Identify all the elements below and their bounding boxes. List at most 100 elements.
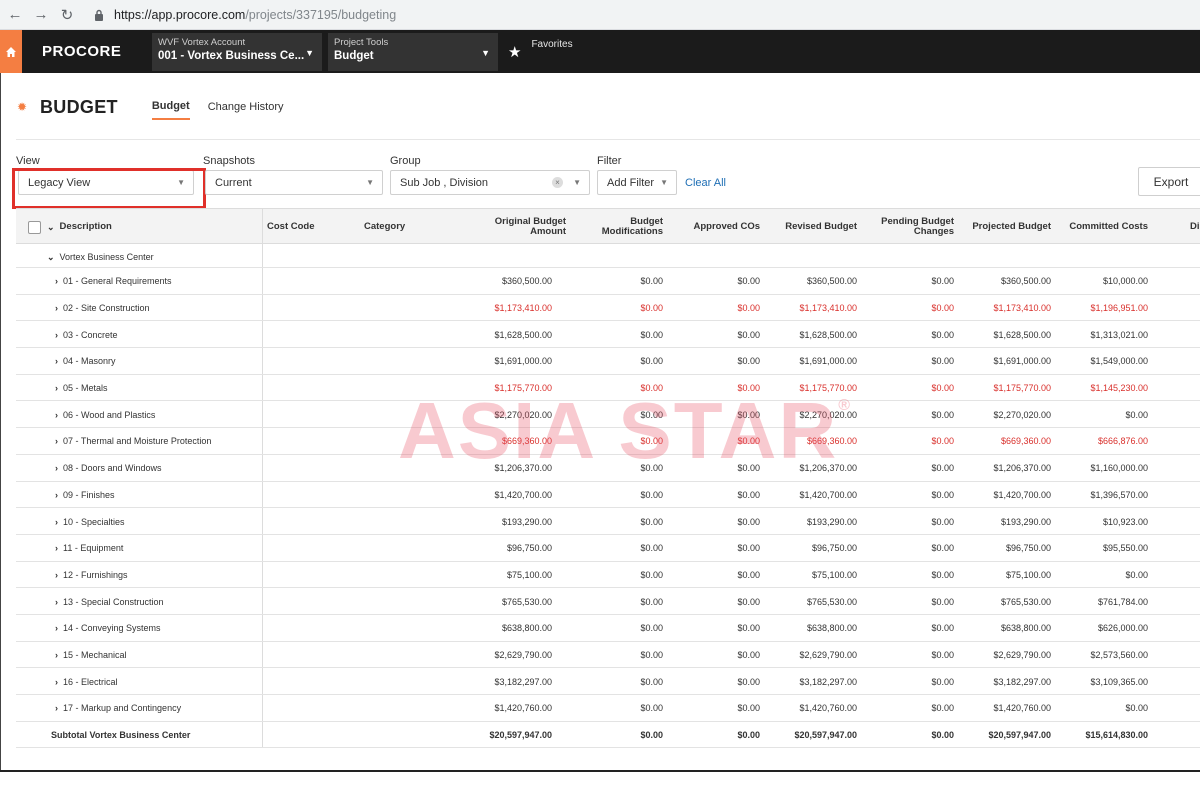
- gear-icon[interactable]: ✹: [16, 100, 28, 114]
- export-button[interactable]: Export: [1138, 167, 1200, 196]
- chevron-right-icon[interactable]: ›: [55, 597, 58, 607]
- star-icon[interactable]: ★: [508, 43, 521, 61]
- forward-arrow-icon[interactable]: →: [30, 4, 52, 26]
- cell-approved-cos: $0.00: [737, 436, 760, 447]
- budget-table: ⌄ Description Cost Code Category Original…: [16, 208, 1200, 749]
- chevron-right-icon[interactable]: ›: [55, 650, 58, 660]
- header-approved-cos[interactable]: Approved COs: [671, 209, 760, 245]
- cell-budget-modifications: $0.00: [640, 649, 663, 660]
- clear-all-link[interactable]: Clear All: [685, 177, 726, 189]
- chevron-right-icon[interactable]: ›: [55, 490, 58, 500]
- row-description[interactable]: › 04 - Masonry: [55, 348, 116, 375]
- chevron-right-icon[interactable]: ›: [55, 330, 58, 340]
- row-description[interactable]: › 06 - Wood and Plastics: [55, 401, 155, 428]
- tab-change-history[interactable]: Change History: [208, 101, 284, 119]
- cell-committed-costs: $10,000.00: [1102, 276, 1148, 287]
- row-description[interactable]: › 16 - Electrical: [55, 668, 118, 695]
- header-cost-code[interactable]: Cost Code: [267, 209, 315, 245]
- cell-revised-budget: $1,691,000.00: [799, 356, 857, 367]
- url-host: https://app.procore.com: [114, 7, 246, 22]
- header-cut-off[interactable]: Di: [1190, 209, 1200, 245]
- tab-budget[interactable]: Budget: [151, 100, 190, 120]
- table-row[interactable]: › 15 - Mechanical $2,629,790.00 $0.00 $0.00 $…: [16, 641, 1200, 669]
- header-revised-budget[interactable]: Revised Budget: [766, 209, 857, 245]
- chevron-right-icon[interactable]: ›: [55, 383, 58, 393]
- table-row[interactable]: › 09 - Finishes $1,420,700.00 $0.00 $0.00 $1,…: [16, 481, 1200, 509]
- cell-committed-costs: $0.00: [1125, 703, 1148, 714]
- cell-approved-cos: $0.00: [737, 649, 760, 660]
- table-row[interactable]: › 12 - Furnishings $75,100.00 $0.00 $0.00 $75…: [16, 561, 1200, 589]
- favorites-link[interactable]: Favorites: [531, 39, 572, 50]
- table-row[interactable]: › 02 - Site Construction $1,173,410.00 $0.0…: [16, 294, 1200, 322]
- chevron-right-icon[interactable]: ›: [55, 543, 58, 553]
- table-row[interactable]: › 17 - Markup and Contingency $1,420,760.0…: [16, 695, 1200, 722]
- row-description[interactable]: › 09 - Finishes: [55, 482, 115, 509]
- chevron-right-icon[interactable]: ›: [55, 677, 58, 687]
- chevron-right-icon[interactable]: ›: [55, 463, 58, 473]
- chevron-right-icon[interactable]: ›: [55, 436, 58, 446]
- cell-budget-modifications: $0.00: [640, 569, 663, 580]
- header-description[interactable]: ⌄ Description: [47, 209, 112, 245]
- row-description[interactable]: › 02 - Site Construction: [55, 295, 150, 322]
- row-description[interactable]: › 08 - Doors and Windows: [55, 455, 162, 482]
- table-row[interactable]: › 04 - Masonry $1,691,000.00 $0.00 $0.00 $1,6…: [16, 348, 1200, 375]
- group-row[interactable]: ⌄ Vortex Business Center: [16, 244, 1200, 268]
- table-row[interactable]: › 08 - Doors and Windows $1,206,370.00 $0.0…: [16, 454, 1200, 482]
- reload-icon[interactable]: ↻: [56, 4, 78, 26]
- chevron-right-icon[interactable]: ›: [55, 570, 58, 580]
- address-bar[interactable]: https://app.procore.com/projects/337195/…: [92, 4, 396, 26]
- row-description[interactable]: › 07 - Thermal and Moisture Protection: [55, 428, 211, 455]
- cell-original-budget: $2,629,790.00: [494, 649, 552, 660]
- cell-budget-modifications: $0.00: [640, 489, 663, 500]
- cell-pending-changes: $0.00: [931, 703, 954, 714]
- clear-icon[interactable]: ×: [552, 177, 563, 188]
- header-pending-changes[interactable]: Pending Budget Changes: [866, 209, 954, 245]
- row-description[interactable]: › 15 - Mechanical: [55, 642, 127, 669]
- table-row[interactable]: › 10 - Specialties $193,290.00 $0.00 $0.00 $1…: [16, 508, 1200, 535]
- row-description[interactable]: › 10 - Specialties: [55, 508, 125, 535]
- chevron-right-icon[interactable]: ›: [55, 276, 58, 286]
- chevron-right-icon[interactable]: ›: [55, 356, 58, 366]
- header-projected-budget[interactable]: Projected Budget: [961, 209, 1051, 245]
- table-row[interactable]: › 07 - Thermal and Moisture Protection $66…: [16, 428, 1200, 455]
- row-description[interactable]: › 17 - Markup and Contingency: [55, 695, 181, 722]
- row-description[interactable]: › 12 - Furnishings: [55, 562, 128, 589]
- table-row[interactable]: › 05 - Metals $1,175,770.00 $0.00 $0.00 $1,17…: [16, 374, 1200, 402]
- chevron-right-icon[interactable]: ›: [55, 517, 58, 527]
- account-selector[interactable]: WVF Vortex Account 001 - Vortex Business…: [152, 32, 322, 71]
- table-row[interactable]: › 11 - Equipment $96,750.00 $0.00 $0.00 $96,7…: [16, 534, 1200, 562]
- highlight-box: [12, 168, 206, 209]
- cell-approved-cos: $0.00: [737, 463, 760, 474]
- cell-revised-budget: $765,530.00: [806, 596, 857, 607]
- table-row[interactable]: › 01 - General Requirements $360,500.00 $0.…: [16, 268, 1200, 295]
- back-arrow-icon[interactable]: ←: [4, 4, 26, 26]
- header-budget-modifications[interactable]: Budget Modifications: [576, 209, 663, 245]
- row-description[interactable]: › 01 - General Requirements: [55, 268, 172, 295]
- row-description[interactable]: › 05 - Metals: [55, 375, 108, 402]
- add-filter-select[interactable]: Add Filter ▼: [597, 170, 677, 195]
- chevron-right-icon[interactable]: ›: [55, 703, 58, 713]
- row-description-label: 04 - Masonry: [63, 356, 116, 367]
- cell-budget-modifications: $0.00: [640, 383, 663, 394]
- header-category[interactable]: Category: [364, 209, 405, 245]
- group-select[interactable]: Sub Job , Division × ▼: [390, 170, 590, 195]
- row-description[interactable]: › 03 - Concrete: [55, 321, 118, 348]
- chevron-right-icon[interactable]: ›: [55, 303, 58, 313]
- snapshots-select[interactable]: Current ▼: [205, 170, 383, 195]
- table-row[interactable]: › 03 - Concrete $1,628,500.00 $0.00 $0.00 $1,…: [16, 321, 1200, 349]
- row-description[interactable]: › 14 - Conveying Systems: [55, 615, 161, 642]
- table-row[interactable]: › 14 - Conveying Systems $638,800.00 $0.00 $…: [16, 614, 1200, 642]
- table-row[interactable]: › 06 - Wood and Plastics $2,270,020.00 $0.0…: [16, 401, 1200, 429]
- header-original-budget[interactable]: Original Budget Amount: [456, 209, 566, 245]
- select-all-checkbox[interactable]: [28, 209, 41, 245]
- row-description[interactable]: › 11 - Equipment: [55, 535, 123, 562]
- chevron-right-icon[interactable]: ›: [55, 623, 58, 633]
- home-button[interactable]: [0, 30, 22, 73]
- table-row[interactable]: › 16 - Electrical $3,182,297.00 $0.00 $0.00 $…: [16, 668, 1200, 695]
- table-row[interactable]: › 13 - Special Construction $765,530.00 $0.…: [16, 588, 1200, 615]
- chevron-right-icon[interactable]: ›: [55, 410, 58, 420]
- header-committed-costs[interactable]: Committed Costs: [1056, 209, 1148, 245]
- project-tools-selector[interactable]: Project Tools Budget ▼: [328, 32, 498, 71]
- procore-logo[interactable]: PROCORE: [42, 43, 152, 60]
- row-description[interactable]: › 13 - Special Construction: [55, 588, 164, 615]
